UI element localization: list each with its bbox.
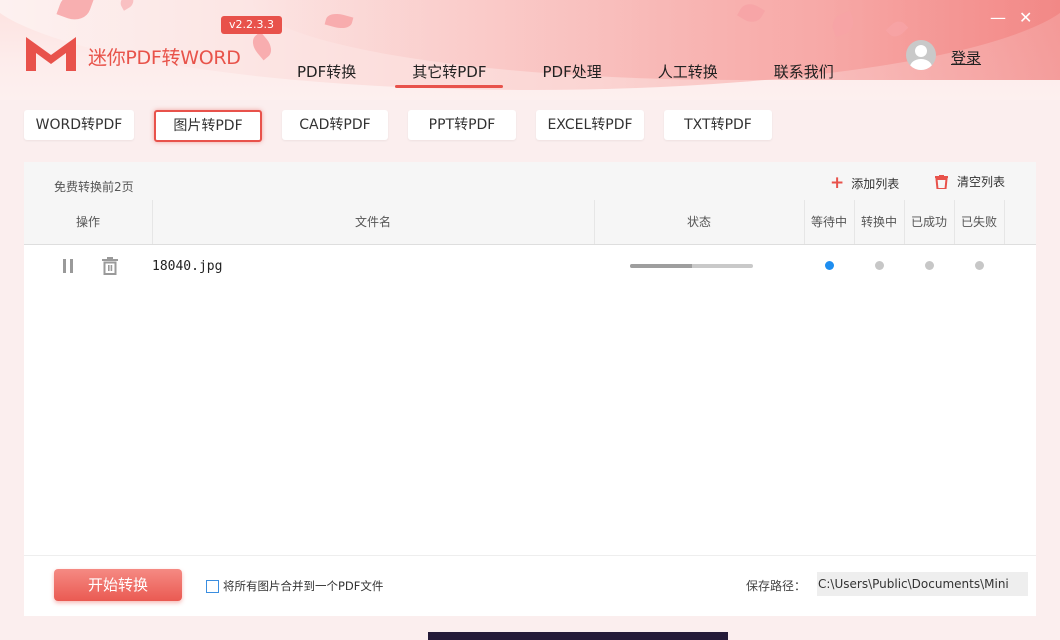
- user-avatar-icon[interactable]: [906, 40, 936, 70]
- save-path-label: 保存路径：: [746, 579, 807, 593]
- progress-bar-fill: [630, 264, 692, 268]
- add-to-list-label: 添加列表: [851, 176, 900, 191]
- subtab-cad-to-pdf[interactable]: CAD转PDF: [282, 110, 388, 140]
- progress-bar: [630, 264, 753, 268]
- bottom-bar: 开始转换 将所有图片合并到一个PDF文件 保存路径： C:\Users\Publ…: [24, 555, 1036, 616]
- state-success-indicator: [925, 261, 934, 270]
- plus-icon: +: [830, 173, 845, 193]
- file-name: 18040.jpg: [152, 259, 223, 274]
- list-header: 操作 文件名 状态 等待中 转换中 已成功 已失败: [24, 200, 1036, 245]
- column-header-status: 状态: [686, 215, 711, 229]
- state-converting-indicator: [875, 261, 884, 270]
- trash-icon: [935, 174, 948, 189]
- subtab-excel-to-pdf[interactable]: EXCEL转PDF: [536, 110, 644, 140]
- file-list-panel: 免费转换前2页 + 添加列表 清空列表 操作 文件名 状态 等待中 转换中 已成…: [24, 162, 1036, 555]
- subtab-ppt-to-pdf[interactable]: PPT转PDF: [408, 110, 516, 140]
- merge-images-checkbox[interactable]: [206, 580, 219, 593]
- minimize-icon[interactable]: —: [990, 8, 1006, 27]
- version-badge: v2.2.3.3: [221, 16, 282, 34]
- column-header-failed: 已失败: [960, 215, 997, 229]
- list-toolbar: 免费转换前2页 + 添加列表 清空列表: [24, 162, 1036, 200]
- column-header-waiting: 等待中: [810, 215, 847, 229]
- app-logo-icon: [26, 37, 76, 71]
- clear-list-button[interactable]: 清空列表: [935, 173, 1005, 190]
- app-title: 迷你PDF转WORD: [88, 47, 241, 69]
- add-to-list-button[interactable]: + 添加列表: [830, 173, 899, 193]
- nav-item-manual-convert[interactable]: 人工转换: [641, 62, 735, 86]
- delete-row-icon[interactable]: [101, 257, 119, 275]
- nav-item-contact-us[interactable]: 联系我们: [757, 62, 851, 86]
- nav-item-other-to-pdf[interactable]: 其它转PDF: [395, 62, 504, 88]
- column-header-converting: 转换中: [860, 215, 897, 229]
- app-header: 迷你PDF转WORD v2.2.3.3 PDF转换 其它转PDF PDF处理 人…: [0, 0, 1060, 100]
- login-link[interactable]: 登录: [951, 47, 981, 68]
- subtab-word-to-pdf[interactable]: WORD转PDF: [24, 110, 134, 140]
- column-header-success: 已成功: [910, 215, 947, 229]
- table-row: 18040.jpg: [24, 245, 1036, 285]
- subtab-image-to-pdf[interactable]: 图片转PDF: [154, 110, 262, 142]
- save-path-value: C:\Users\Public\Documents\Mini: [818, 577, 1009, 591]
- free-pages-note: 免费转换前2页: [54, 180, 134, 194]
- clear-list-label: 清空列表: [957, 175, 1006, 189]
- nav-item-pdf-convert[interactable]: PDF转换: [280, 62, 373, 86]
- pause-icon[interactable]: [61, 259, 75, 274]
- main-nav: PDF转换 其它转PDF PDF处理 人工转换 联系我们: [280, 62, 873, 88]
- merge-images-label: 将所有图片合并到一个PDF文件: [223, 579, 384, 593]
- column-header-actions: 操作: [75, 215, 100, 229]
- nav-item-pdf-process[interactable]: PDF处理: [525, 62, 618, 86]
- subtab-txt-to-pdf[interactable]: TXT转PDF: [664, 110, 772, 140]
- close-icon[interactable]: ✕: [1019, 8, 1032, 27]
- save-path-field[interactable]: C:\Users\Public\Documents\Mini: [817, 572, 1028, 596]
- state-failed-indicator: [975, 261, 984, 270]
- background-window-edge: [428, 632, 728, 640]
- state-waiting-indicator: [825, 261, 834, 270]
- start-convert-button[interactable]: 开始转换: [54, 569, 182, 601]
- column-divider: [1004, 200, 1005, 244]
- sub-tabs: WORD转PDF 图片转PDF CAD转PDF PPT转PDF EXCEL转PD…: [24, 110, 792, 142]
- column-header-filename: 文件名: [354, 215, 391, 229]
